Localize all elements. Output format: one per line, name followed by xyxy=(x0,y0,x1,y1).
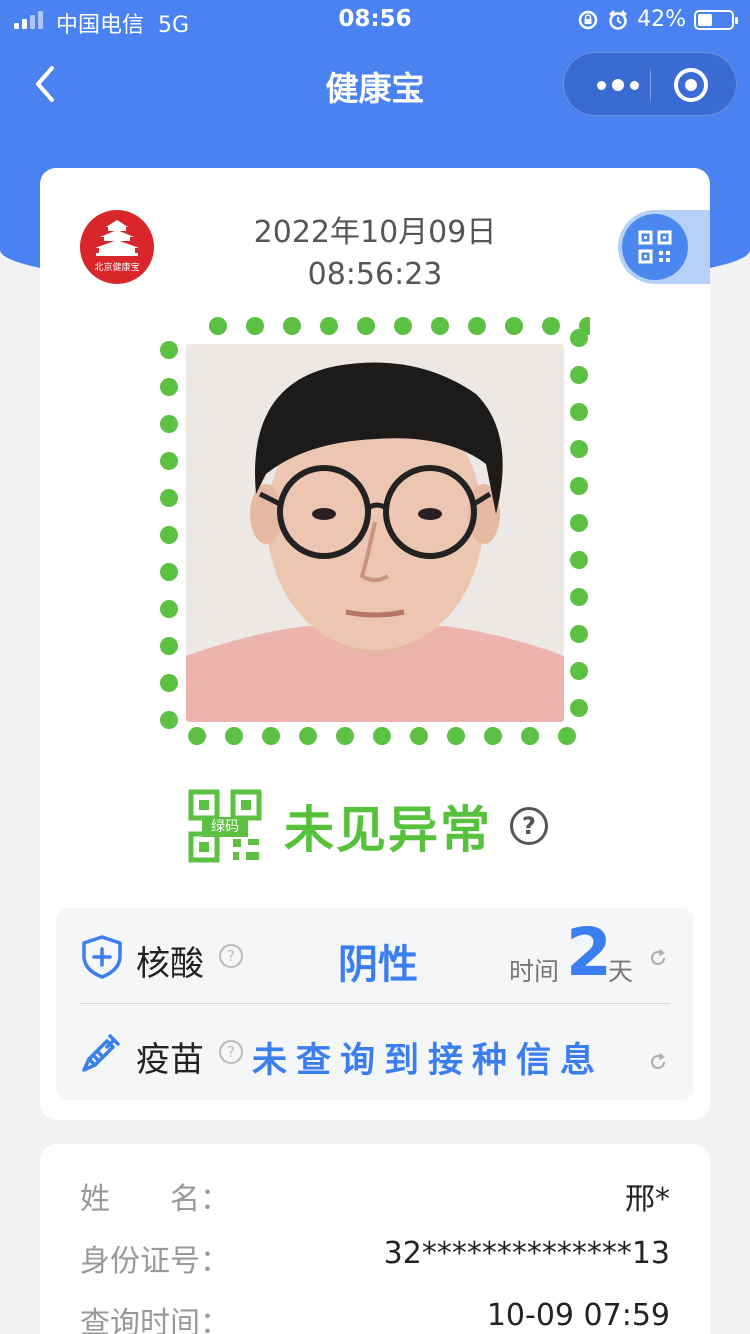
border-dot xyxy=(431,317,449,335)
border-dot xyxy=(570,440,588,458)
border-dot xyxy=(188,727,206,745)
border-dot xyxy=(336,727,354,745)
time-text: 08:56:23 xyxy=(307,257,443,292)
capsule-divider xyxy=(650,69,651,101)
miniprogram-capsule xyxy=(563,52,737,116)
border-dot xyxy=(160,563,178,581)
timestamp: 2022年10月09日 08:56:23 xyxy=(40,212,710,296)
nucleic-days-count: 2 xyxy=(566,914,612,991)
nucleic-help-icon[interactable]: ? xyxy=(219,944,243,968)
border-dot xyxy=(558,727,576,745)
border-dot xyxy=(160,711,178,729)
status-right: 42% xyxy=(577,7,738,32)
health-status-text: 未见异常 xyxy=(284,801,492,859)
border-dot xyxy=(357,317,375,335)
test-results-panel: 核酸 ? 阴性 时间 2 天 疫苗 ? 未查询到接种信息 xyxy=(56,908,694,1100)
border-dot xyxy=(521,727,539,745)
id-label: 身份证号： xyxy=(80,1244,230,1279)
id-row: 身份证号： 32**************13 xyxy=(80,1226,670,1286)
border-dot xyxy=(160,341,178,359)
nucleic-result: 阴性 xyxy=(338,942,418,988)
battery-icon xyxy=(694,9,738,30)
border-dot xyxy=(468,317,486,335)
id-value: 32**************13 xyxy=(383,1236,670,1271)
border-dot xyxy=(160,415,178,433)
alarm-icon xyxy=(609,9,627,30)
border-dot xyxy=(160,600,178,618)
border-dot xyxy=(283,317,301,335)
border-dot xyxy=(484,727,502,745)
border-dot xyxy=(299,727,317,745)
border-dot xyxy=(570,366,588,384)
qr-code-button[interactable] xyxy=(618,210,710,284)
refresh-icon[interactable] xyxy=(648,1052,668,1072)
green-code-label: 绿码 xyxy=(202,817,248,837)
nucleic-days-unit: 天 xyxy=(608,957,634,986)
name-value: 邢* xyxy=(625,1182,670,1217)
green-code-badge: 绿码 xyxy=(188,789,262,863)
border-dot xyxy=(505,317,523,335)
border-dot xyxy=(160,637,178,655)
personal-info-card: 姓 名： 邢* 身份证号： 32**************13 查询时间： 1… xyxy=(40,1144,710,1334)
border-dot xyxy=(570,403,588,421)
border-dot xyxy=(542,317,560,335)
nucleic-time-label: 时间 xyxy=(509,957,560,986)
border-dot xyxy=(160,526,178,544)
border-dot xyxy=(209,317,227,335)
vaccine-label: 疫苗 xyxy=(136,1040,204,1080)
vaccine-result: 未查询到接种信息 xyxy=(252,1041,605,1081)
shield-plus-icon xyxy=(82,935,122,979)
syringe-icon xyxy=(82,1034,120,1072)
border-dot xyxy=(570,477,588,495)
border-dot xyxy=(570,625,588,643)
battery-percent: 42% xyxy=(637,7,686,32)
status-help-button[interactable]: ? xyxy=(510,807,548,845)
vaccine-row[interactable]: 疫苗 ? 未查询到接种信息 xyxy=(56,1004,694,1100)
border-dot xyxy=(410,727,428,745)
border-dot xyxy=(570,699,588,717)
refresh-icon[interactable] xyxy=(648,948,668,968)
border-dot xyxy=(394,317,412,335)
qr-code-icon xyxy=(638,230,672,264)
nucleic-acid-label: 核酸 xyxy=(136,944,204,984)
qr-circle xyxy=(622,214,688,280)
portrait-image xyxy=(186,344,564,722)
border-dot xyxy=(160,674,178,692)
query-time-row: 查询时间： 10-09 07:59 xyxy=(80,1288,670,1334)
border-dot xyxy=(160,378,178,396)
rotation-lock-icon xyxy=(578,10,598,29)
border-dot xyxy=(570,551,588,569)
border-dot xyxy=(570,662,588,680)
close-miniprogram-button[interactable] xyxy=(674,68,708,102)
name-label: 姓 名： xyxy=(80,1182,230,1217)
user-photo xyxy=(186,344,564,722)
more-menu-button[interactable] xyxy=(586,53,650,117)
border-dot xyxy=(570,588,588,606)
border-dot xyxy=(262,727,280,745)
health-status-row: 绿码 未见异常 ? xyxy=(188,788,548,864)
border-dot xyxy=(246,317,264,335)
border-dot xyxy=(373,727,391,745)
nucleic-acid-row[interactable]: 核酸 ? 阴性 时间 2 天 xyxy=(56,908,694,1004)
border-dot xyxy=(160,452,178,470)
photo-frame xyxy=(160,314,590,752)
vaccine-help-icon[interactable]: ? xyxy=(219,1040,243,1064)
border-dot xyxy=(225,727,243,745)
query-time-value: 10-09 07:59 xyxy=(486,1298,670,1333)
name-row: 姓 名： 邢* xyxy=(80,1164,670,1224)
query-time-label: 查询时间： xyxy=(80,1306,230,1334)
status-bar: 中国电信 5G 08:56 42% xyxy=(0,0,750,40)
health-code-card: 北京健康宝 2022年10月09日 08:56:23 绿码 未见异常 ? 核酸 … xyxy=(40,168,710,1120)
date-text: 2022年10月09日 xyxy=(253,215,497,250)
border-dot xyxy=(447,727,465,745)
border-dot xyxy=(160,489,178,507)
border-dot xyxy=(570,329,588,347)
border-dot xyxy=(320,317,338,335)
border-dot xyxy=(570,514,588,532)
